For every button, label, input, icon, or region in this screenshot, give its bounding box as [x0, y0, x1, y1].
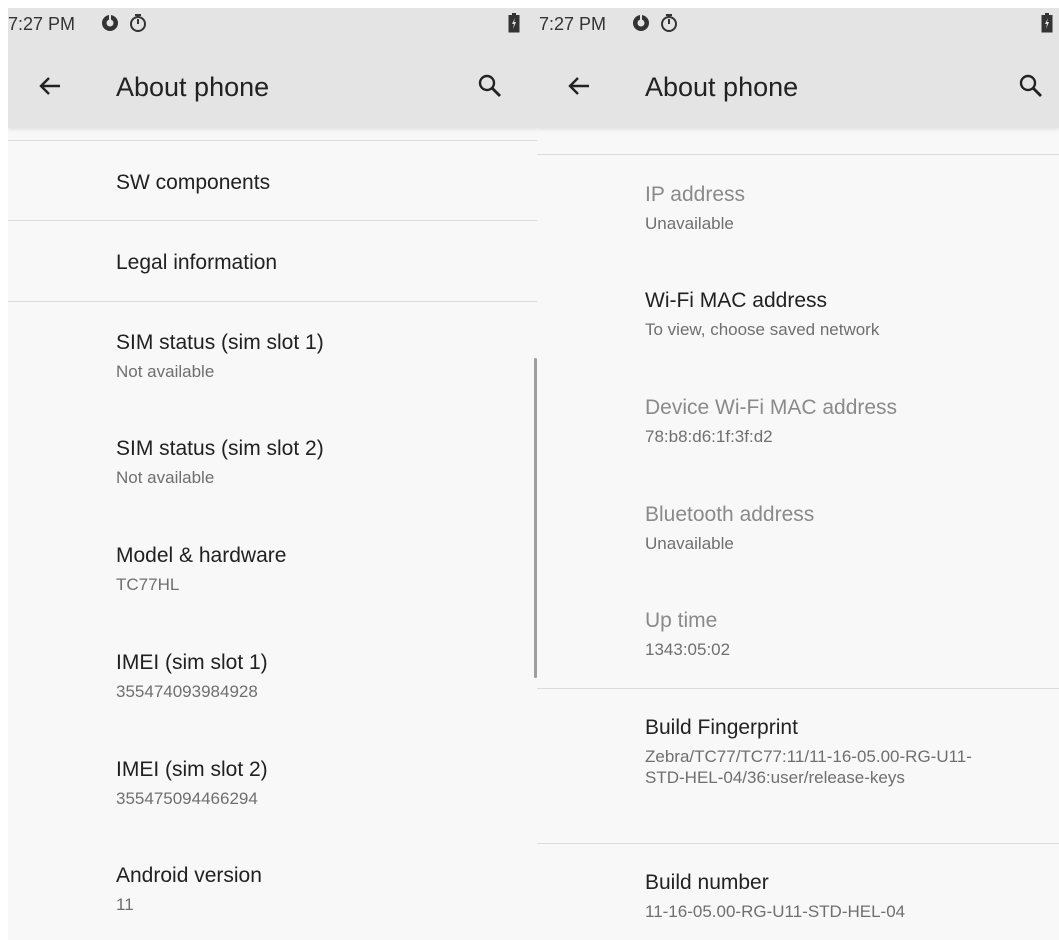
item-title: Wi-Fi MAC address: [645, 289, 828, 312]
divider: [8, 220, 538, 221]
status-bar: 7:27 PM: [537, 8, 1059, 48]
list-item-sim-status-1[interactable]: SIM status (sim slot 1) Not available: [116, 330, 528, 382]
item-subtitle: 11-16-05.00-RG-U11-STD-HEL-04: [645, 902, 906, 921]
list-item-android-version[interactable]: Android version 11: [116, 863, 528, 915]
data-saver-icon: [100, 13, 120, 38]
search-icon[interactable]: [476, 72, 504, 105]
left-screen: 7:27 PM About phone SW components Legal …: [8, 8, 538, 940]
list-item-build-fingerprint[interactable]: Build Fingerprint Zebra/TC77/TC77:11/11-…: [645, 715, 1049, 788]
list-item-device-wifi-mac-address[interactable]: Device Wi-Fi MAC address 78:b8:d6:1f:3f:…: [645, 395, 1049, 447]
list-item-up-time[interactable]: Up time 1343:05:02: [645, 608, 1049, 660]
list-item-sw-components[interactable]: SW components: [116, 170, 528, 196]
item-title: IP address: [645, 183, 746, 206]
list-item-sim-status-2[interactable]: SIM status (sim slot 2) Not available: [116, 436, 528, 488]
page-title: About phone: [645, 72, 799, 102]
list-item-bluetooth-address[interactable]: Bluetooth address Unavailable: [645, 502, 1049, 554]
status-time: 7:27 PM: [539, 14, 607, 34]
timer-icon: [659, 13, 679, 38]
list-item-imei-2[interactable]: IMEI (sim slot 2) 355475094466294: [116, 757, 528, 809]
item-title: Build number: [645, 871, 769, 894]
item-title: IMEI (sim slot 1): [116, 651, 268, 674]
data-saver-icon: [631, 13, 651, 38]
battery-icon: [508, 13, 520, 38]
item-title: SIM status (sim slot 1): [116, 331, 324, 354]
divider: [537, 843, 1059, 844]
item-subtitle: Not available: [116, 468, 215, 487]
item-subtitle: Unavailable: [645, 214, 734, 233]
list-item-model-hardware[interactable]: Model & hardware TC77HL: [116, 543, 528, 595]
item-subtitle: 355474093984928: [116, 682, 258, 701]
item-title: Legal information: [116, 251, 278, 274]
item-title: Bluetooth address: [645, 503, 815, 526]
page-title: About phone: [116, 72, 270, 102]
status-bar: 7:27 PM: [8, 8, 538, 48]
item-subtitle: 78:b8:d6:1f:3f:d2: [645, 427, 773, 446]
item-subtitle: To view, choose saved network: [645, 320, 880, 339]
item-title: SIM status (sim slot 2): [116, 437, 324, 460]
item-subtitle: 11: [116, 895, 134, 914]
item-title: Build Fingerprint: [645, 716, 798, 739]
list-item-imei-1[interactable]: IMEI (sim slot 1) 355474093984928: [116, 650, 528, 702]
divider: [537, 688, 1059, 689]
app-bar: About phone: [8, 48, 538, 128]
item-subtitle: 1343:05:02: [645, 640, 731, 659]
divider: [8, 301, 538, 302]
item-subtitle: Zebra/TC77/TC77:11/11-16-05.00-RG-U11-ST…: [645, 747, 972, 787]
timer-icon: [128, 13, 148, 38]
item-title: Device Wi-Fi MAC address: [645, 396, 898, 419]
list-item-wifi-mac-address[interactable]: Wi-Fi MAC address To view, choose saved …: [645, 288, 1049, 340]
item-subtitle: 355475094466294: [116, 789, 258, 808]
divider: [8, 140, 538, 141]
item-title: SW components: [116, 171, 271, 194]
right-screen: 7:27 PM About phone IP address Unavailab…: [537, 8, 1059, 940]
back-arrow-icon[interactable]: [565, 72, 593, 105]
list-item-legal-information[interactable]: Legal information: [116, 250, 528, 276]
battery-icon: [1041, 13, 1053, 38]
status-time: 7:27 PM: [8, 14, 76, 34]
item-title: Model & hardware: [116, 544, 287, 567]
item-subtitle: TC77HL: [116, 575, 180, 594]
item-title: IMEI (sim slot 2): [116, 758, 268, 781]
search-icon[interactable]: [1017, 72, 1045, 105]
back-arrow-icon[interactable]: [36, 72, 64, 105]
item-subtitle: Unavailable: [645, 534, 734, 553]
list-item-ip-address[interactable]: IP address Unavailable: [645, 182, 1049, 234]
list-item-build-number[interactable]: Build number 11-16-05.00-RG-U11-STD-HEL-…: [645, 870, 1049, 922]
app-bar: About phone: [537, 48, 1059, 128]
divider: [537, 154, 1059, 155]
item-subtitle: Not available: [116, 362, 215, 381]
item-title: Android version: [116, 864, 262, 887]
item-title: Up time: [645, 609, 718, 632]
